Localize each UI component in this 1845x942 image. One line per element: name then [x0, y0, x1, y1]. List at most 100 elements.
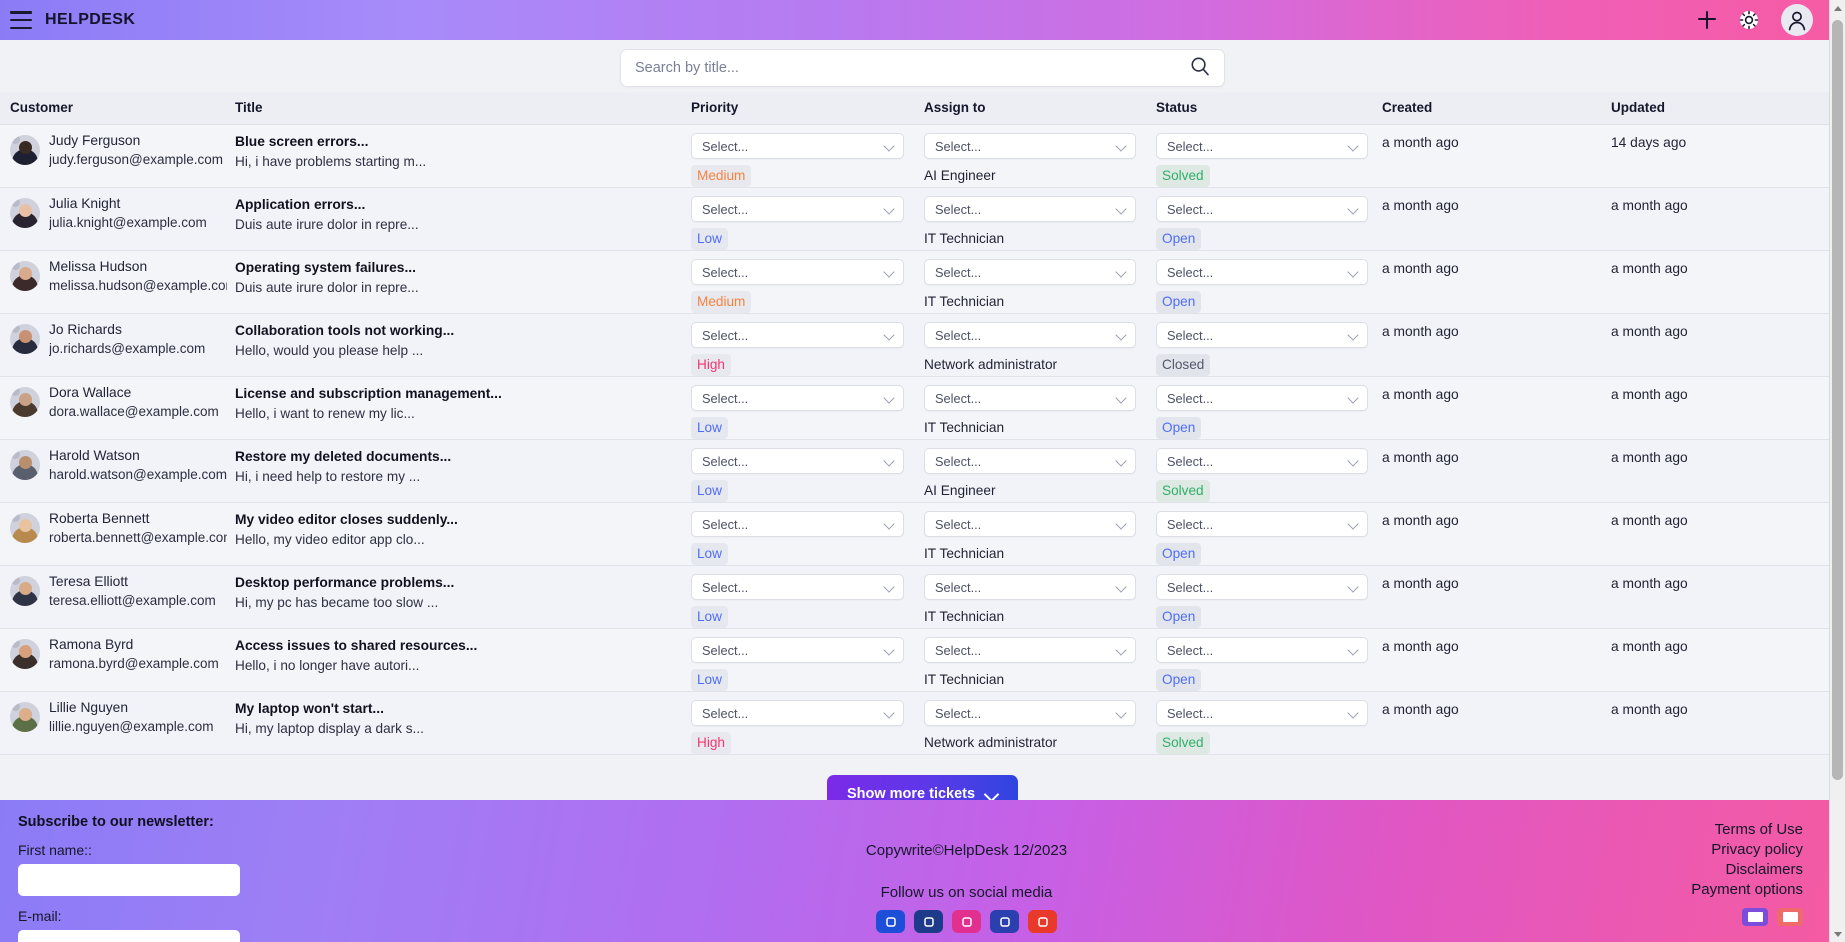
status-select[interactable]: Select... — [1156, 700, 1368, 726]
updated-date: a month ago — [1611, 261, 1688, 276]
assign-select[interactable]: Select... — [924, 133, 1136, 159]
status-select[interactable]: Select... — [1156, 196, 1368, 222]
payment-icons — [1395, 908, 1803, 926]
footer-link-disclaimers[interactable]: Disclaimers — [1395, 860, 1803, 880]
column-header-updated[interactable]: Updated — [1611, 92, 1845, 125]
assign-select[interactable]: Select... — [924, 637, 1136, 663]
ticket-title[interactable]: Access issues to shared resources... — [235, 636, 675, 656]
status-badge: Open — [1156, 417, 1202, 439]
email-input[interactable] — [18, 930, 240, 942]
search-input[interactable] — [635, 60, 1190, 76]
ticket-title[interactable]: Restore my deleted documents... — [235, 447, 675, 467]
customer-name: Harold Watson — [49, 448, 140, 463]
table-row[interactable]: Dora Wallace dora.wallace@example.com Li… — [0, 376, 1845, 440]
table-row[interactable]: Julia Knight julia.knight@example.com Ap… — [0, 187, 1845, 251]
youtube-icon[interactable] — [1028, 910, 1057, 933]
assign-select[interactable]: Select... — [924, 700, 1136, 726]
status-select[interactable]: Select... — [1156, 574, 1368, 600]
status-select[interactable]: Select... — [1156, 637, 1368, 663]
footer-link-terms-of-use[interactable]: Terms of Use — [1395, 820, 1803, 840]
priority-select[interactable]: Select... — [691, 322, 904, 348]
search-box[interactable] — [620, 49, 1225, 87]
table-row[interactable]: Jo Richards jo.richards@example.com Coll… — [0, 313, 1845, 377]
table-row[interactable]: Teresa Elliott teresa.elliott@example.co… — [0, 565, 1845, 629]
table-row[interactable]: Harold Watson harold.watson@example.com … — [0, 439, 1845, 503]
ticket-description: Hi, i have problems starting m... — [235, 154, 427, 169]
cell-updated: a month ago — [1611, 251, 1845, 314]
ticket-title[interactable]: Application errors... — [235, 195, 675, 215]
column-header-status[interactable]: Status — [1150, 92, 1382, 125]
assign-select[interactable]: Select... — [924, 322, 1136, 348]
cell-customer: Judy Ferguson judy.ferguson@example.com — [0, 125, 235, 188]
user-avatar-icon[interactable] — [1781, 4, 1813, 36]
assign-select-value: Select... — [935, 579, 982, 595]
priority-select[interactable]: Select... — [691, 700, 904, 726]
assign-select[interactable]: Select... — [924, 259, 1136, 285]
search-icon[interactable] — [1190, 56, 1210, 81]
ticket-title[interactable]: License and subscription management... — [235, 384, 675, 404]
cell-updated: a month ago — [1611, 692, 1845, 755]
visa-card-icon[interactable] — [1742, 908, 1768, 926]
ticket-title[interactable]: My video editor closes suddenly... — [235, 510, 675, 530]
vertical-scrollbar[interactable] — [1829, 0, 1845, 942]
status-select[interactable]: Select... — [1156, 259, 1368, 285]
priority-badge: Low — [691, 417, 728, 439]
ticket-title[interactable]: Blue screen errors... — [235, 132, 675, 152]
ticket-description: Hello, i want to renew my lic... — [235, 406, 415, 421]
plus-icon[interactable] — [1697, 10, 1717, 30]
chevron-down-icon — [1349, 393, 1359, 403]
first-name-input[interactable] — [18, 864, 240, 896]
priority-select[interactable]: Select... — [691, 574, 904, 600]
chevron-down-icon — [1117, 645, 1127, 655]
brightness-icon[interactable] — [1739, 10, 1759, 30]
priority-select[interactable]: Select... — [691, 511, 904, 537]
ticket-title[interactable]: My laptop won't start... — [235, 699, 675, 719]
table-row[interactable]: Judy Ferguson judy.ferguson@example.com … — [0, 124, 1845, 188]
table-row[interactable]: Melissa Hudson melissa.hudson@example.co… — [0, 250, 1845, 314]
column-header-customer[interactable]: Customer — [0, 92, 235, 125]
status-select[interactable]: Select... — [1156, 448, 1368, 474]
priority-badge: Low — [691, 480, 728, 502]
ticket-title[interactable]: Collaboration tools not working... — [235, 321, 675, 341]
table-row[interactable]: Ramona Byrd ramona.byrd@example.com Acce… — [0, 628, 1845, 692]
assign-select[interactable]: Select... — [924, 448, 1136, 474]
priority-select[interactable]: Select... — [691, 385, 904, 411]
priority-select[interactable]: Select... — [691, 196, 904, 222]
column-header-priority[interactable]: Priority — [685, 92, 918, 125]
table-row[interactable]: Lillie Nguyen lillie.nguyen@example.com … — [0, 691, 1845, 755]
ticket-title[interactable]: Desktop performance problems... — [235, 573, 675, 593]
assign-select[interactable]: Select... — [924, 385, 1136, 411]
status-select[interactable]: Select... — [1156, 385, 1368, 411]
scroll-up-arrow-icon[interactable] — [1830, 0, 1845, 16]
cell-assign-to: Select... Network administrator — [918, 314, 1150, 377]
priority-select[interactable]: Select... — [691, 448, 904, 474]
footer-link-privacy-policy[interactable]: Privacy policy — [1395, 840, 1803, 860]
assign-select[interactable]: Select... — [924, 196, 1136, 222]
ticket-title[interactable]: Operating system failures... — [235, 258, 675, 278]
status-select[interactable]: Select... — [1156, 133, 1368, 159]
twitter-icon[interactable] — [876, 910, 905, 933]
assign-select[interactable]: Select... — [924, 574, 1136, 600]
column-header-created[interactable]: Created — [1382, 92, 1611, 125]
footer-link-payment-options[interactable]: Payment options — [1395, 880, 1803, 900]
page-footer: Subscribe to our newsletter: First name:… — [0, 800, 1845, 942]
status-select[interactable]: Select... — [1156, 322, 1368, 348]
column-header-assign-to[interactable]: Assign to — [918, 92, 1150, 125]
priority-select[interactable]: Select... — [691, 637, 904, 663]
mastercard-icon[interactable] — [1777, 908, 1803, 926]
assign-select[interactable]: Select... — [924, 511, 1136, 537]
column-header-title[interactable]: Title — [235, 92, 685, 125]
priority-select[interactable]: Select... — [691, 133, 904, 159]
linkedin-icon[interactable] — [990, 910, 1019, 933]
scroll-down-arrow-icon[interactable] — [1830, 926, 1845, 942]
hamburger-menu-icon[interactable] — [10, 11, 32, 29]
facebook-icon[interactable] — [914, 910, 943, 933]
created-date: a month ago — [1382, 387, 1459, 402]
scrollbar-thumb[interactable] — [1832, 20, 1843, 780]
customer-email: lillie.nguyen@example.com — [49, 719, 214, 734]
priority-select[interactable]: Select... — [691, 259, 904, 285]
avatar — [10, 324, 40, 354]
status-select[interactable]: Select... — [1156, 511, 1368, 537]
table-row[interactable]: Roberta Bennett roberta.bennett@example.… — [0, 502, 1845, 566]
instagram-icon[interactable] — [952, 910, 981, 933]
